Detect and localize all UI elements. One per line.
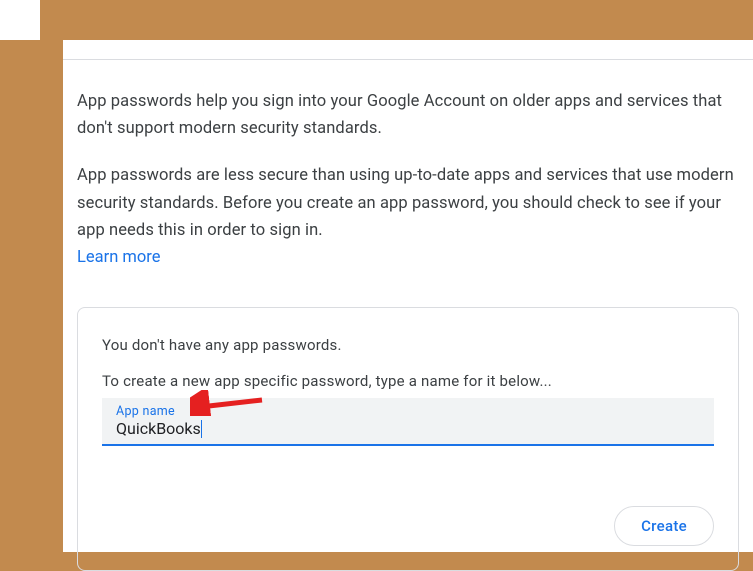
header-divider [63,40,753,60]
intro-section: App passwords help you sign into your Go… [63,60,753,271]
create-instruction-text: To create a new app specific password, t… [102,372,714,390]
intro-paragraph-1: App passwords help you sign into your Go… [77,88,739,142]
app-name-input[interactable]: QuickBooks [116,419,700,438]
intro-paragraph-2: App passwords are less secure than using… [77,162,739,244]
top-corner-block [0,0,40,40]
text-cursor [201,420,202,438]
app-name-input-wrap[interactable]: App name QuickBooks [102,398,714,446]
no-passwords-text: You don't have any app passwords. [102,336,714,354]
app-password-card: You don't have any app passwords. To cre… [77,307,739,571]
content-panel: App passwords help you sign into your Go… [63,40,753,552]
learn-more-link[interactable]: Learn more [77,248,160,267]
button-row: Create [102,506,714,546]
app-name-value: QuickBooks [116,419,201,438]
create-button[interactable]: Create [614,506,714,546]
app-name-label: App name [116,404,700,419]
